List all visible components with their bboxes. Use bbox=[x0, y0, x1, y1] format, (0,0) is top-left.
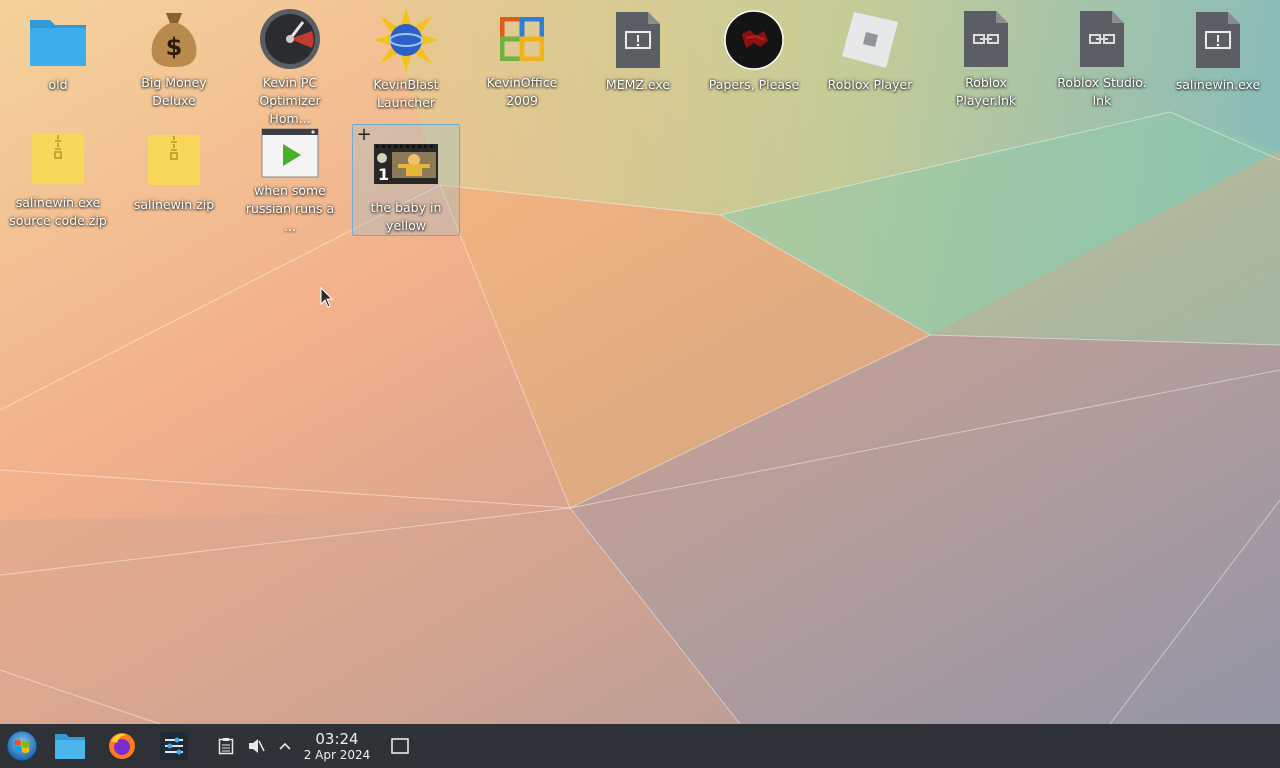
desktop-icon-roblox-studio-lnk[interactable]: Roblox Studio. lnk bbox=[1048, 0, 1156, 110]
desktop-icon-kevinoffice-2009[interactable]: KevinOffice 2009 bbox=[468, 0, 576, 110]
desktop-icon-label: salinewin.exe source code.zip bbox=[9, 195, 107, 228]
system-settings-button[interactable] bbox=[158, 730, 190, 762]
zip-archive-icon bbox=[142, 128, 206, 192]
link-file-icon bbox=[954, 8, 1018, 70]
mouse-cursor-icon bbox=[320, 287, 334, 308]
desktop-icon-memz-exe[interactable]: MEMZ.exe bbox=[584, 0, 692, 110]
svg-text:$: $ bbox=[166, 33, 183, 61]
firefox-icon bbox=[109, 733, 135, 759]
desktop-icon-roblox-player-lnk[interactable]: Roblox Player.lnk bbox=[932, 0, 1040, 110]
folder-icon bbox=[26, 8, 90, 72]
clipboard-icon bbox=[218, 738, 234, 755]
volume-muted-icon bbox=[249, 739, 265, 753]
desktop-icon-kevinblast-launcher[interactable]: KevinBlast Launcher bbox=[352, 0, 460, 110]
desktop-icon-label: KevinBlast Launcher bbox=[373, 77, 439, 110]
executable-file-icon bbox=[1186, 8, 1250, 72]
money-bag-icon: $ bbox=[142, 8, 206, 70]
desktop-icon-the-baby-in-yellow[interactable]: + 1 the baby in yellow bbox=[352, 124, 460, 236]
desktop-icon-label: KevinOffice 2009 bbox=[486, 75, 558, 108]
desktop-icon-label: Roblox Player bbox=[827, 77, 913, 92]
show-hidden-icons-button[interactable] bbox=[270, 730, 300, 762]
desktop-icon-papers-please[interactable]: Papers, Please bbox=[700, 0, 808, 110]
desktop-icon-salinewin-source-zip[interactable]: salinewin.exe source code.zip bbox=[4, 120, 112, 230]
sunburst-globe-icon bbox=[374, 8, 438, 72]
desktop-icon-label: Papers, Please bbox=[708, 77, 800, 92]
file-manager-button[interactable] bbox=[54, 730, 86, 762]
executable-file-icon bbox=[606, 8, 670, 72]
papers-please-icon bbox=[722, 8, 786, 72]
start-menu-icon bbox=[6, 730, 38, 762]
desktop-icon-label: Big Money Deluxe bbox=[141, 75, 207, 108]
desktop-icon-label: salinewin.exe bbox=[1175, 77, 1261, 92]
clock-time: 03:24 bbox=[315, 730, 359, 748]
desktop-icon-label: Roblox Player.lnk bbox=[955, 75, 1017, 108]
desktop-icon-kevin-pc-optimizer[interactable]: Kevin PC Optimizer Hom... bbox=[236, 0, 344, 126]
start-menu-button[interactable] bbox=[6, 730, 38, 762]
speedometer-icon bbox=[258, 8, 322, 70]
taskbar: 03:24 2 Apr 2024 bbox=[0, 724, 1280, 768]
desktop-icon-salinewin-zip[interactable]: salinewin.zip bbox=[120, 120, 228, 230]
show-desktop-button[interactable] bbox=[385, 730, 415, 762]
desktop-icon-when-some-russian[interactable]: when some russian runs a ... bbox=[236, 120, 344, 234]
desktop-icon-label: the baby in yellow bbox=[370, 200, 442, 233]
desktop-icon-label: old bbox=[48, 77, 68, 92]
desktop-icon-label: salinewin.zip bbox=[133, 197, 215, 212]
desktop-icon-old[interactable]: old bbox=[4, 0, 112, 110]
volume-tray-button[interactable] bbox=[241, 730, 271, 762]
clock-date: 2 Apr 2024 bbox=[303, 748, 371, 762]
firefox-button[interactable] bbox=[106, 730, 138, 762]
zip-archive-icon bbox=[26, 128, 90, 190]
show-desktop-icon bbox=[391, 738, 409, 754]
desktop-icon-label: when some russian runs a ... bbox=[245, 183, 335, 234]
system-settings-icon bbox=[160, 732, 188, 760]
desktop-icon-roblox-player[interactable]: Roblox Player bbox=[816, 0, 924, 110]
desktop-icon-big-money-deluxe[interactable]: $ Big Money Deluxe bbox=[120, 0, 228, 110]
office-logo-icon bbox=[490, 8, 554, 70]
video-thumbnail-icon: 1 bbox=[374, 133, 438, 195]
digital-clock[interactable]: 03:24 2 Apr 2024 bbox=[298, 730, 376, 763]
select-toggle-icon[interactable]: + bbox=[355, 126, 373, 145]
link-file-icon bbox=[1070, 8, 1134, 70]
file-manager-icon bbox=[55, 734, 85, 759]
desktop-icon-label: MEMZ.exe bbox=[605, 77, 671, 92]
video-file-icon bbox=[258, 128, 322, 178]
desktop-icon-label: Roblox Studio. lnk bbox=[1057, 75, 1147, 108]
clipboard-tray-button[interactable] bbox=[211, 730, 241, 762]
svg-text:1: 1 bbox=[378, 165, 389, 184]
roblox-icon bbox=[838, 8, 902, 72]
show-hidden-icons-chevron bbox=[279, 742, 291, 750]
desktop-icon-salinewin-exe[interactable]: salinewin.exe bbox=[1164, 0, 1272, 110]
